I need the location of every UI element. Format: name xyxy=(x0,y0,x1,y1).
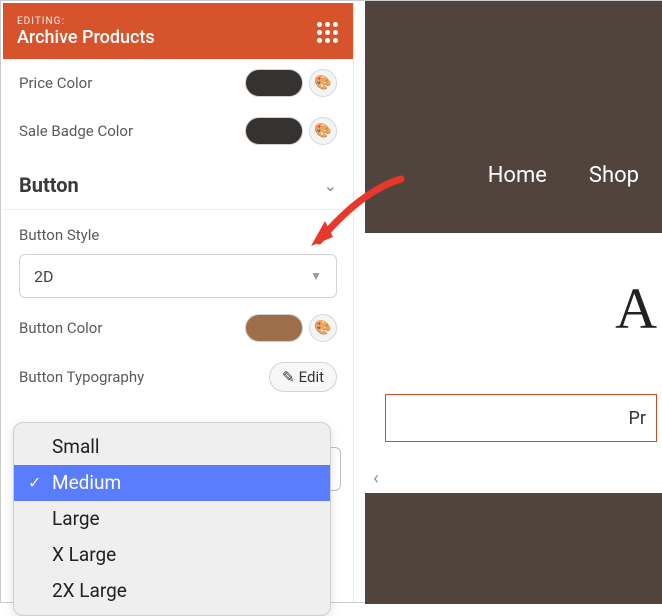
chevron-down-icon: ⌄ xyxy=(324,176,337,195)
row-button-color: Button Color 🎨 xyxy=(3,304,353,352)
price-color-swatch[interactable] xyxy=(245,69,303,97)
row-button-typography: Button Typography ✎ Edit xyxy=(3,352,353,402)
nav-link-home[interactable]: Home xyxy=(488,163,547,188)
button-style-value: 2D xyxy=(34,267,54,286)
nav-link-shop[interactable]: Shop xyxy=(589,163,639,188)
sale-badge-color-label: Sale Badge Color xyxy=(19,122,133,140)
size-dropdown-menu: SmallMediumLargeX Large2X Large xyxy=(13,422,331,616)
palette-icon: 🎨 xyxy=(314,75,331,91)
size-option-small[interactable]: Small xyxy=(14,429,330,465)
size-option-x-large[interactable]: X Large xyxy=(14,537,330,573)
preview-nav: Home Shop xyxy=(365,163,662,188)
preview-title: A xyxy=(615,275,657,342)
button-typography-label: Button Typography xyxy=(19,368,144,386)
widgets-grid-icon[interactable] xyxy=(315,20,339,44)
palette-icon: 🎨 xyxy=(314,320,331,336)
size-option-medium[interactable]: Medium xyxy=(14,465,330,501)
size-option-large[interactable]: Large xyxy=(14,501,330,537)
row-sale-badge-color: Sale Badge Color 🎨 xyxy=(3,107,353,155)
button-style-label: Button Style xyxy=(19,226,337,244)
button-color-picker[interactable]: 🎨 xyxy=(309,314,337,342)
panel-editing-label: EDITING: xyxy=(17,16,155,27)
button-color-swatch[interactable] xyxy=(245,314,303,342)
price-color-label: Price Color xyxy=(19,74,92,92)
button-color-label: Button Color xyxy=(19,319,102,337)
row-price-color: Price Color 🎨 xyxy=(3,59,353,107)
panel-title: Archive Products xyxy=(17,27,155,48)
button-style-select[interactable]: 2D ▼ xyxy=(19,254,337,298)
product-button[interactable]: Pr xyxy=(385,394,657,442)
preview-canvas: Home Shop A Pr xyxy=(365,1,662,604)
collapse-panel-button[interactable]: ‹ xyxy=(365,459,387,497)
section-header-button[interactable]: Button ⌄ xyxy=(3,155,353,210)
section-title: Button xyxy=(19,173,79,197)
preview-content: A Pr xyxy=(365,233,662,493)
sale-badge-color-picker[interactable]: 🎨 xyxy=(309,117,337,145)
chevron-left-icon: ‹ xyxy=(373,468,378,489)
size-option-2x-large[interactable]: 2X Large xyxy=(14,573,330,609)
panel-header: EDITING: Archive Products xyxy=(3,3,353,59)
product-button-text: Pr xyxy=(629,408,646,429)
palette-icon: 🎨 xyxy=(314,123,331,139)
price-color-picker[interactable]: 🎨 xyxy=(309,69,337,97)
sale-badge-color-swatch[interactable] xyxy=(245,117,303,145)
pencil-icon: ✎ xyxy=(282,368,295,386)
field-button-style: Button Style 2D ▼ xyxy=(3,210,353,304)
edit-button-label: Edit xyxy=(299,368,324,386)
edit-typography-button[interactable]: ✎ Edit xyxy=(269,362,337,392)
caret-down-icon: ▼ xyxy=(310,269,322,283)
